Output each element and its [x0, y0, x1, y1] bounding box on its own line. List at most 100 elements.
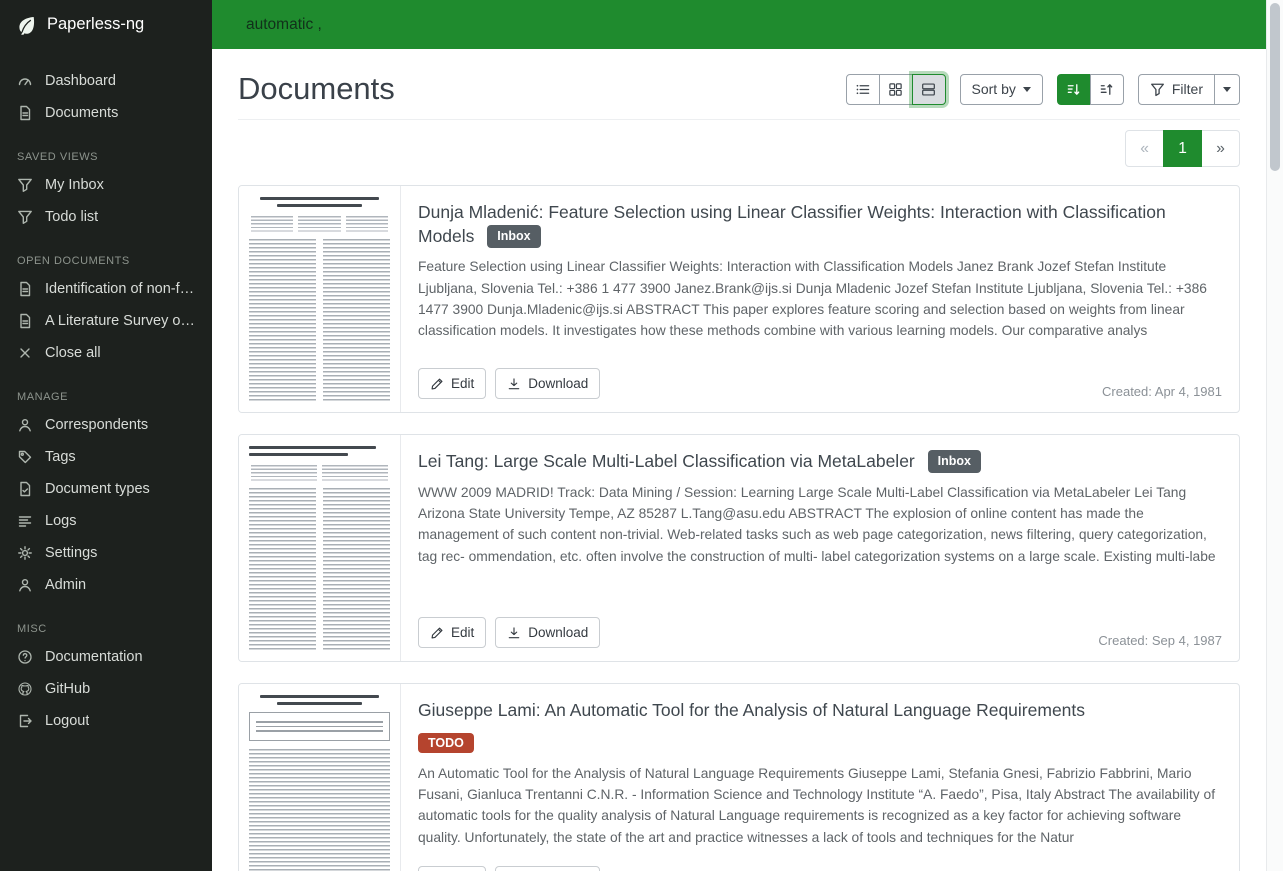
card-actions: Edit Download Created: Apr 4, 1981: [418, 368, 1222, 399]
list-view-icon: [855, 82, 870, 97]
download-button[interactable]: Download: [495, 617, 600, 648]
document-title-link[interactable]: Giuseppe Lami: An Automatic Tool for the…: [418, 700, 1085, 720]
admin-person-icon: [17, 577, 33, 593]
sidebar: Paperless-ng Dashboard Documents SAVED V…: [0, 0, 212, 871]
gear-icon: [17, 545, 33, 561]
document-thumbnail[interactable]: [239, 684, 401, 871]
sidebar-item-logout[interactable]: Logout: [0, 705, 212, 737]
details-view-icon: [921, 82, 936, 97]
edit-label: Edit: [451, 625, 474, 640]
brand[interactable]: Paperless-ng: [0, 0, 212, 49]
scrollbar-thumb[interactable]: [1270, 3, 1280, 171]
thumbnail-page: [239, 435, 400, 661]
sort-descending-icon: [1066, 82, 1081, 97]
created-date: Created: Sep 4, 1987: [1098, 633, 1222, 648]
view-grid-button[interactable]: [879, 74, 913, 105]
sidebar-item-documentation[interactable]: Documentation: [0, 641, 212, 673]
sidebar-item-label: Document types: [45, 481, 150, 497]
sidebar-item-label: A Literature Survey on ...: [45, 313, 195, 329]
dashboard-icon: [17, 73, 33, 89]
top-search-bar: [212, 0, 1266, 49]
sidebar-heading-manage: MANAGE: [17, 391, 195, 403]
tag-badge[interactable]: TODO: [418, 733, 474, 753]
file-text-icon: [17, 281, 33, 297]
sidebar-item-label: Todo list: [45, 209, 98, 225]
tag-badge[interactable]: Inbox: [487, 225, 540, 248]
sidebar-item-logs[interactable]: Logs: [0, 505, 212, 537]
filter-funnel-icon: [1150, 82, 1165, 97]
download-icon: [507, 377, 521, 391]
card-actions: Edit Download Created: Sep 4, 1987: [418, 617, 1222, 648]
sidebar-item-my-inbox[interactable]: My Inbox: [0, 169, 212, 201]
scrollbar-track[interactable]: [1266, 0, 1283, 871]
person-icon: [17, 417, 33, 433]
caret-down-icon: [1223, 87, 1231, 92]
pencil-icon: [430, 626, 444, 640]
sort-by-label: Sort by: [972, 81, 1016, 97]
close-icon: [17, 345, 33, 361]
sidebar-item-documents[interactable]: Documents: [0, 97, 212, 129]
sidebar-item-settings[interactable]: Settings: [0, 537, 212, 569]
sidebar-item-label: Tags: [45, 449, 76, 465]
download-button[interactable]: Download: [495, 368, 600, 399]
tag-icon: [17, 449, 33, 465]
sidebar-item-open-document-2[interactable]: A Literature Survey on ...: [0, 305, 212, 337]
sort-by-dropdown[interactable]: Sort by: [960, 74, 1043, 105]
pencil-icon: [430, 377, 444, 391]
view-controls: Sort by: [846, 74, 1240, 105]
grid-view-icon: [888, 82, 903, 97]
view-list-button[interactable]: [846, 74, 880, 105]
download-label: Download: [528, 625, 588, 640]
document-snippet: An Automatic Tool for the Analysis of Na…: [418, 763, 1222, 849]
brand-name: Paperless-ng: [47, 15, 144, 34]
document-thumbnail[interactable]: [239, 435, 401, 661]
search-input[interactable]: [212, 0, 1266, 49]
sidebar-item-label: Logout: [45, 713, 89, 729]
sidebar-item-admin[interactable]: Admin: [0, 569, 212, 601]
pagination-prev[interactable]: «: [1125, 130, 1164, 167]
pagination-next[interactable]: »: [1201, 130, 1240, 167]
sidebar-item-dashboard[interactable]: Dashboard: [0, 65, 212, 97]
documents-icon: [17, 105, 33, 121]
sidebar-item-label: Dashboard: [45, 73, 116, 89]
edit-button[interactable]: Edit: [418, 617, 486, 648]
sort-direction-group: [1057, 74, 1124, 105]
sidebar-item-correspondents[interactable]: Correspondents: [0, 409, 212, 441]
file-check-icon: [17, 481, 33, 497]
document-card-body: Dunja Mladenić: Feature Selection using …: [401, 186, 1239, 412]
sidebar-heading-misc: MISC: [17, 623, 195, 635]
view-details-button[interactable]: [912, 74, 946, 105]
pagination-page-1[interactable]: 1: [1163, 130, 1202, 167]
download-button[interactable]: Download: [495, 866, 600, 871]
edit-button[interactable]: Edit: [418, 866, 486, 871]
sidebar-item-label: Logs: [45, 513, 76, 529]
edit-label: Edit: [451, 376, 474, 391]
question-circle-icon: [17, 649, 33, 665]
sidebar-item-github[interactable]: GitHub: [0, 673, 212, 705]
sidebar-item-label: My Inbox: [45, 177, 104, 193]
sidebar-item-label: Correspondents: [45, 417, 148, 433]
filter-caret-button[interactable]: [1214, 74, 1240, 105]
sidebar-item-open-document-1[interactable]: Identification of non-fu...: [0, 273, 212, 305]
sidebar-item-close-all[interactable]: Close all: [0, 337, 212, 369]
sidebar-item-label: Admin: [45, 577, 86, 593]
sidebar-item-tags[interactable]: Tags: [0, 441, 212, 473]
edit-button[interactable]: Edit: [418, 368, 486, 399]
document-title-link[interactable]: Lei Tang: Large Scale Multi-Label Classi…: [418, 451, 915, 471]
document-thumbnail[interactable]: [239, 186, 401, 412]
document-card: Dunja Mladenić: Feature Selection using …: [238, 185, 1240, 413]
card-actions: Edit Download: [418, 866, 1222, 871]
sort-ascending-button[interactable]: [1090, 74, 1124, 105]
tag-badge[interactable]: Inbox: [928, 450, 981, 473]
sidebar-item-label: Close all: [45, 345, 101, 361]
sort-descending-button[interactable]: [1057, 74, 1091, 105]
pagination-row: « 1 »: [238, 130, 1240, 167]
sidebar-item-document-types[interactable]: Document types: [0, 473, 212, 505]
sidebar-heading-open-documents: OPEN DOCUMENTS: [17, 255, 195, 267]
pagination: « 1 »: [1125, 130, 1240, 167]
sidebar-item-todo-list[interactable]: Todo list: [0, 201, 212, 233]
sort-ascending-icon: [1099, 82, 1114, 97]
thumbnail-page: [239, 186, 400, 412]
filter-button[interactable]: Filter: [1138, 74, 1215, 105]
sidebar-nav: Dashboard Documents SAVED VIEWS My Inbox: [0, 49, 212, 737]
